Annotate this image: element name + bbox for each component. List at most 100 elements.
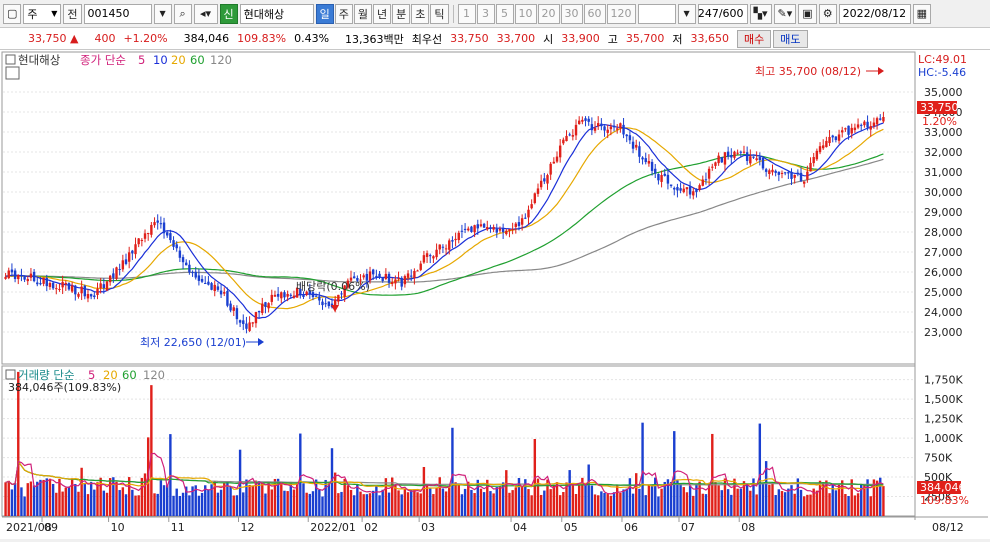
interval-button[interactable]: 20 <box>537 3 560 24</box>
volume-bar <box>780 491 784 516</box>
candle <box>403 276 407 285</box>
period-button-week[interactable]: 주 <box>334 3 353 24</box>
interval-button[interactable]: 1 <box>457 3 476 24</box>
best-ask-label: 최우선 <box>411 32 443 46</box>
svg-text:최저 22,650 (12/01): 최저 22,650 (12/01) <box>140 336 246 349</box>
data-count-field[interactable]: 247/600 <box>697 3 748 24</box>
stock-chart[interactable]: 35,00034,00033,00032,00031,00030,00029,0… <box>0 50 990 539</box>
period-button-second[interactable]: 초 <box>411 3 430 24</box>
current-price-tag: 33,750 1.20% <box>917 101 959 128</box>
volume-pct-tag: 109.83% <box>920 494 969 507</box>
volume-bar <box>768 484 771 516</box>
interval-custom-input[interactable] <box>637 3 676 24</box>
stock-code-input[interactable]: 001450 <box>83 3 152 24</box>
candle <box>276 293 280 297</box>
volume-bar <box>622 489 625 516</box>
candle <box>539 180 543 188</box>
volume-bar <box>422 466 426 516</box>
interval-button[interactable]: 120 <box>606 3 636 24</box>
candle <box>23 276 26 280</box>
candle <box>486 226 489 230</box>
interval-button[interactable]: 30 <box>560 3 583 24</box>
candle <box>875 118 879 125</box>
chevron-down-icon[interactable]: ▼ <box>153 3 172 24</box>
interval-button[interactable]: 5 <box>495 3 514 24</box>
chart-area[interactable]: 35,00034,00033,00032,00031,00030,00029,0… <box>0 50 990 539</box>
candle <box>197 275 201 281</box>
candle <box>783 172 787 174</box>
candle <box>533 193 537 204</box>
volume-bar <box>346 485 350 516</box>
stock-name-field[interactable]: 현대해상 <box>239 3 314 24</box>
candle <box>761 157 765 169</box>
draw-tools-icon[interactable]: ✎▾ <box>773 3 797 24</box>
candle <box>682 188 685 193</box>
volume-bar <box>267 483 270 516</box>
candle <box>254 312 258 324</box>
candle <box>105 281 109 291</box>
volume-bar <box>86 494 90 516</box>
volume-bar <box>692 495 695 516</box>
date-field[interactable]: 2022/08/12 <box>838 3 911 24</box>
candle <box>210 283 213 290</box>
candle <box>460 230 464 232</box>
candle <box>837 134 841 141</box>
candle <box>146 233 150 235</box>
candle <box>473 225 476 233</box>
chart-type-icon[interactable]: ▚▾ <box>749 3 772 24</box>
volume-bar <box>663 481 666 516</box>
sell-button[interactable]: 매도 <box>773 29 808 48</box>
price-tick-label: 27,000 <box>924 246 963 259</box>
period-button-day[interactable]: 일 <box>315 3 334 24</box>
volume-bar <box>162 485 166 516</box>
interval-button[interactable]: 60 <box>583 3 606 24</box>
candle <box>7 270 10 279</box>
candle <box>153 222 156 226</box>
candle <box>118 269 121 271</box>
search-icon[interactable]: ⌕ <box>173 3 192 24</box>
candle <box>872 122 876 127</box>
candle <box>327 301 331 307</box>
volume-bar <box>166 485 169 516</box>
speaker-icon[interactable]: ◂▾ <box>193 3 218 24</box>
period-button-tick[interactable]: 틱 <box>430 3 449 24</box>
svg-text:최고 35,700 (08/12): 최고 35,700 (08/12) <box>755 65 861 78</box>
candle <box>26 279 29 282</box>
candle <box>574 124 578 136</box>
candle <box>555 156 559 162</box>
candle <box>879 118 882 120</box>
save-icon[interactable]: ▣ <box>798 3 817 24</box>
candle <box>745 152 749 161</box>
volume-bar <box>121 487 125 516</box>
candle <box>48 283 52 287</box>
volume-bar <box>302 483 305 516</box>
interval-button[interactable]: 3 <box>476 3 495 24</box>
volume-bar <box>809 494 812 516</box>
period-button-month[interactable]: 월 <box>353 3 373 24</box>
candle <box>441 246 445 248</box>
price-panel[interactable] <box>1 51 916 365</box>
volume-bar <box>371 490 375 516</box>
volume-bar <box>378 495 381 516</box>
market-select[interactable]: 주 ▼ <box>23 3 62 24</box>
window-icon[interactable]: ▢ <box>3 3 22 24</box>
volume-bar <box>463 488 467 516</box>
period-button-year[interactable]: 년 <box>373 3 392 24</box>
prev-button[interactable]: 전 <box>63 3 82 24</box>
interval-button[interactable]: 10 <box>514 3 537 24</box>
volume-bar <box>853 495 857 516</box>
gear-icon[interactable]: ⚙ <box>818 3 837 24</box>
legend-ma120: 120 <box>210 53 232 67</box>
buy-button[interactable]: 매수 <box>737 29 772 48</box>
volume-bar <box>200 492 204 516</box>
chevron-down-icon[interactable]: ▼ <box>677 3 696 24</box>
calendar-icon[interactable]: ▦ <box>912 3 932 24</box>
period-button-minute[interactable]: 분 <box>392 3 411 24</box>
volume-bar <box>577 485 581 516</box>
volume-bar <box>444 491 448 516</box>
candle <box>736 152 739 154</box>
candle <box>362 275 365 278</box>
candle <box>609 126 613 130</box>
candle <box>780 172 784 174</box>
candle <box>267 303 270 309</box>
